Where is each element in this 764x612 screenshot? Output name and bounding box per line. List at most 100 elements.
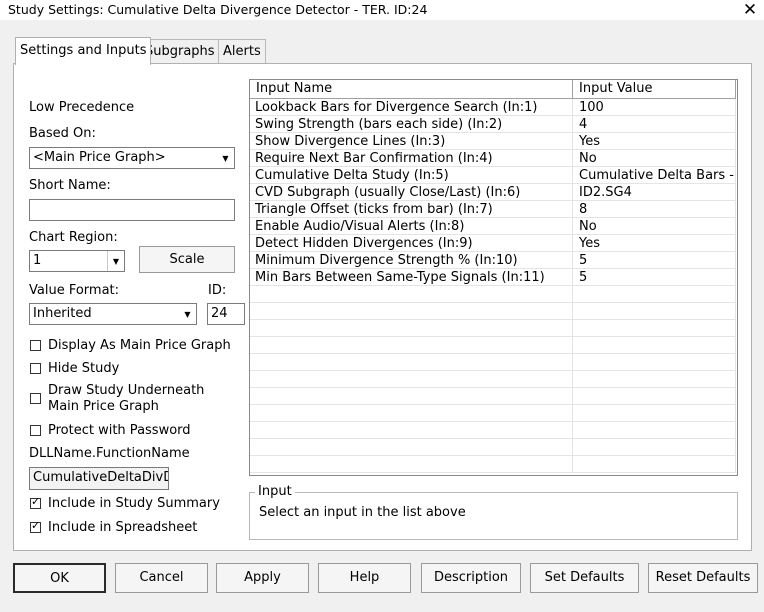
value-format-value: Inherited: [33, 306, 92, 321]
checkbox-label: Draw Study Underneath: [48, 383, 205, 398]
table-row[interactable]: Minimum Divergence Strength % (In:10) 5: [250, 252, 737, 269]
chevron-down-icon[interactable]: ▼: [179, 304, 196, 324]
input-value-cell[interactable]: [573, 371, 736, 388]
based-on-select[interactable]: <Main Price Graph> ▼: [29, 147, 235, 169]
checkbox-label: Protect with Password: [48, 423, 191, 438]
input-value-cell[interactable]: Cumulative Delta Bars -...: [573, 167, 736, 184]
input-name-cell[interactable]: [250, 439, 573, 456]
input-name-cell[interactable]: Min Bars Between Same-Type Signals (In:1…: [250, 269, 573, 286]
input-name-cell[interactable]: Show Divergence Lines (In:3): [250, 133, 573, 150]
table-row[interactable]: Cumulative Delta Study (In:5) Cumulative …: [250, 167, 737, 184]
table-row[interactable]: [250, 439, 737, 456]
dll-name-field[interactable]: CumulativeDeltaDivDe: [29, 467, 169, 490]
table-row[interactable]: Enable Audio/Visual Alerts (In:8) No: [250, 218, 737, 235]
chart-region-select[interactable]: 1 ▼: [29, 250, 125, 272]
table-row[interactable]: [250, 422, 737, 439]
table-row[interactable]: Require Next Bar Confirmation (In:4) No: [250, 150, 737, 167]
input-name-cell[interactable]: [250, 337, 573, 354]
protect-with-password-checkbox[interactable]: Protect with Password: [30, 423, 191, 438]
input-name-cell[interactable]: [250, 303, 573, 320]
input-name-cell[interactable]: Cumulative Delta Study (In:5): [250, 167, 573, 184]
checkbox-box[interactable]: [30, 495, 41, 509]
checkbox-box[interactable]: [30, 519, 41, 533]
input-name-cell[interactable]: Lookback Bars for Divergence Search (In:…: [250, 99, 573, 116]
table-row[interactable]: Min Bars Between Same-Type Signals (In:1…: [250, 269, 737, 286]
checkbox-label: Include in Spreadsheet: [48, 520, 198, 535]
table-row[interactable]: Detect Hidden Divergences (In:9) Yes: [250, 235, 737, 252]
column-header-input-name[interactable]: Input Name: [250, 80, 573, 99]
short-name-input[interactable]: [29, 199, 235, 221]
input-value-cell[interactable]: [573, 337, 736, 354]
input-value-cell[interactable]: No: [573, 150, 736, 167]
input-value-cell[interactable]: 100: [573, 99, 736, 116]
input-value-cell[interactable]: 5: [573, 252, 736, 269]
input-name-cell[interactable]: Detect Hidden Divergences (In:9): [250, 235, 573, 252]
chart-region-label: Chart Region:: [29, 230, 118, 245]
input-name-cell[interactable]: Swing Strength (bars each side) (In:2): [250, 116, 573, 133]
hide-study-checkbox[interactable]: Hide Study: [30, 361, 119, 376]
input-name-cell[interactable]: CVD Subgraph (usually Close/Last) (In:6): [250, 184, 573, 201]
table-row[interactable]: [250, 303, 737, 320]
input-value-cell[interactable]: [573, 439, 736, 456]
grid-header: Input Name Input Value: [250, 80, 737, 99]
input-value-cell[interactable]: [573, 422, 736, 439]
column-header-input-value[interactable]: Input Value: [573, 80, 736, 99]
table-row[interactable]: Triangle Offset (ticks from bar) (In:7) 8: [250, 201, 737, 218]
table-row[interactable]: CVD Subgraph (usually Close/Last) (In:6)…: [250, 184, 737, 201]
input-name-cell[interactable]: [250, 422, 573, 439]
chart-region-value: 1: [33, 253, 42, 268]
chevron-down-icon[interactable]: ▼: [107, 251, 124, 271]
input-value-cell[interactable]: 8: [573, 201, 736, 218]
input-name-cell[interactable]: Require Next Bar Confirmation (In:4): [250, 150, 573, 167]
input-name-cell[interactable]: [250, 371, 573, 388]
input-value-cell[interactable]: ID2.SG4: [573, 184, 736, 201]
input-name-cell[interactable]: [250, 405, 573, 422]
scale-button[interactable]: Scale: [139, 246, 235, 273]
input-value-cell[interactable]: Yes: [573, 133, 736, 150]
checkbox-box[interactable]: [30, 425, 41, 436]
table-row[interactable]: [250, 371, 737, 388]
input-name-cell[interactable]: [250, 354, 573, 371]
checkbox-box[interactable]: [30, 393, 41, 404]
checkbox-box[interactable]: [30, 363, 41, 374]
table-row[interactable]: Show Divergence Lines (In:3) Yes: [250, 133, 737, 150]
table-row[interactable]: [250, 388, 737, 405]
input-value-cell[interactable]: [573, 388, 736, 405]
display-as-main-price-graph-checkbox[interactable]: Display As Main Price Graph: [30, 338, 231, 353]
table-row[interactable]: [250, 320, 737, 337]
include-in-spreadsheet-checkbox[interactable]: Include in Spreadsheet: [30, 519, 198, 535]
table-row[interactable]: Swing Strength (bars each side) (In:2) 4: [250, 116, 737, 133]
input-value-cell[interactable]: [573, 303, 736, 320]
input-name-cell[interactable]: [250, 320, 573, 337]
input-name-cell[interactable]: [250, 286, 573, 303]
input-name-cell[interactable]: [250, 456, 573, 473]
checkbox-label-line2: Main Price Graph: [48, 399, 159, 414]
table-row[interactable]: [250, 354, 737, 371]
draw-study-underneath-checkbox[interactable]: Draw Study Underneath Main Price Graph: [30, 383, 204, 415]
input-name-cell[interactable]: [250, 388, 573, 405]
input-value-cell[interactable]: [573, 456, 736, 473]
input-value-cell[interactable]: 5: [573, 269, 736, 286]
table-row[interactable]: [250, 405, 737, 422]
include-in-study-summary-checkbox[interactable]: Include in Study Summary: [30, 495, 220, 511]
input-value-cell[interactable]: [573, 354, 736, 371]
input-name-cell[interactable]: Minimum Divergence Strength % (In:10): [250, 252, 573, 269]
table-row[interactable]: [250, 337, 737, 354]
checkbox-box[interactable]: [30, 340, 41, 351]
input-value-cell[interactable]: 4: [573, 116, 736, 133]
id-field[interactable]: 24: [207, 303, 245, 325]
input-value-cell[interactable]: [573, 320, 736, 337]
input-name-cell[interactable]: Triangle Offset (ticks from bar) (In:7): [250, 201, 573, 218]
value-format-select[interactable]: Inherited ▼: [29, 303, 197, 325]
id-label: ID:: [208, 283, 227, 298]
table-row[interactable]: Lookback Bars for Divergence Search (In:…: [250, 99, 737, 116]
input-value-cell[interactable]: No: [573, 218, 736, 235]
based-on-label: Based On:: [29, 126, 96, 141]
chevron-down-icon[interactable]: ▼: [217, 148, 234, 168]
input-name-cell[interactable]: Enable Audio/Visual Alerts (In:8): [250, 218, 573, 235]
table-row[interactable]: [250, 286, 737, 303]
input-value-cell[interactable]: [573, 405, 736, 422]
table-row[interactable]: [250, 456, 737, 473]
input-value-cell[interactable]: [573, 286, 736, 303]
input-value-cell[interactable]: Yes: [573, 235, 736, 252]
